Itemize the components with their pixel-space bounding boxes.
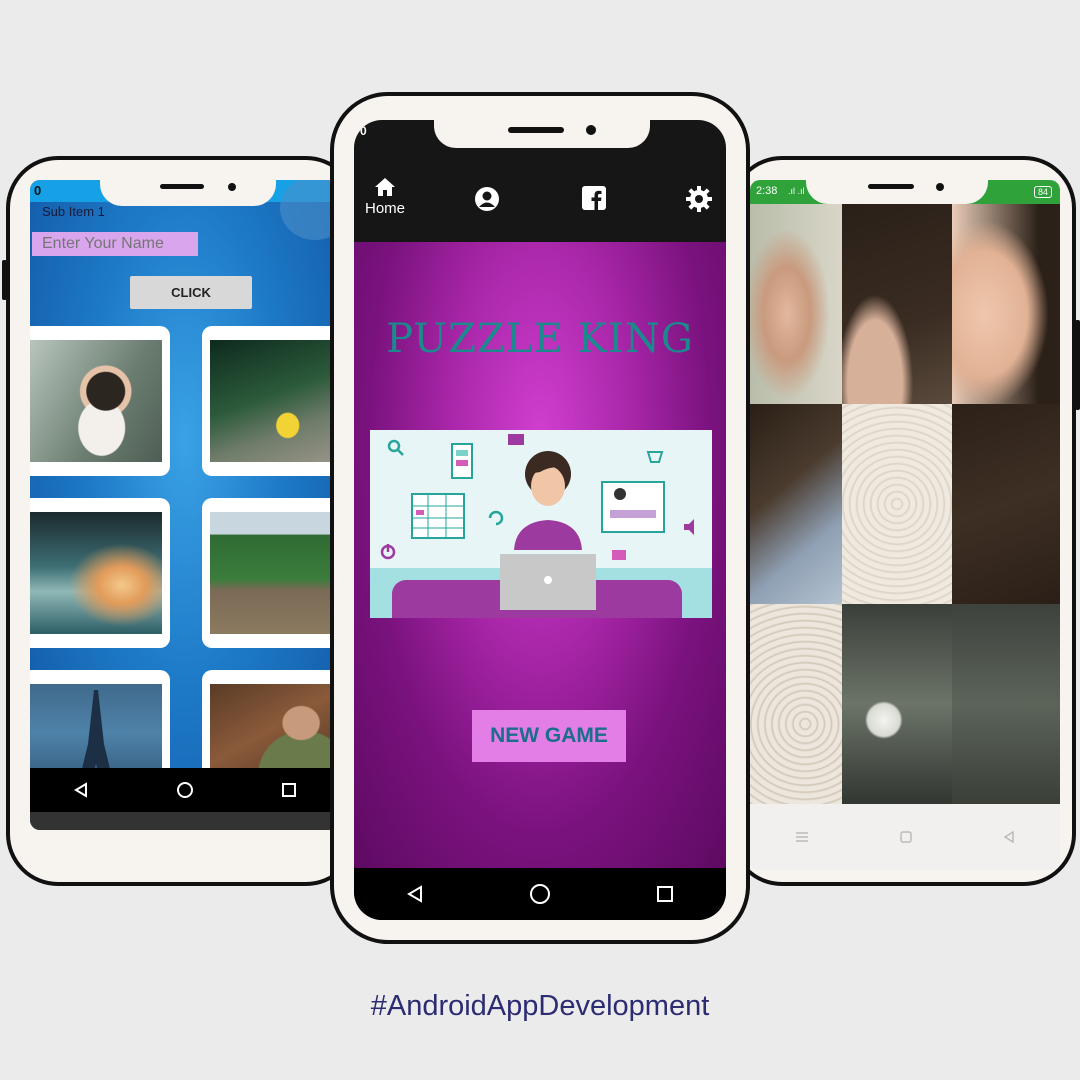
photo-ocean-wave <box>30 512 162 634</box>
recents-icon[interactable] <box>656 885 674 903</box>
camera <box>936 183 944 191</box>
puzzle-piece[interactable] <box>952 404 1060 604</box>
notch <box>434 116 650 148</box>
signal-icon: .ıl .ıl <box>788 186 805 196</box>
middle-phone-screen: 0 Home PUZZLE KING NEW GAME <box>354 120 726 920</box>
puzzle-piece[interactable] <box>750 404 842 604</box>
recents-icon[interactable] <box>281 782 297 798</box>
system-nav-bar <box>354 868 726 920</box>
settings-icon[interactable] <box>684 184 714 219</box>
speaker <box>508 127 564 133</box>
back-icon[interactable] <box>406 885 424 903</box>
back-icon[interactable] <box>73 782 89 798</box>
puzzle-piece[interactable] <box>842 204 952 404</box>
battery-indicator: 84 <box>1033 186 1052 198</box>
app-top-nav: Home <box>354 150 726 242</box>
status-time: 2:38 <box>756 185 778 197</box>
power-button <box>1075 320 1080 410</box>
new-game-button[interactable]: NEW GAME <box>472 710 626 762</box>
photo-girl-dandelion <box>30 340 162 462</box>
right-phone: 2:38 .ıl .ıl 84 <box>730 156 1080 886</box>
gallery-tile[interactable] <box>202 498 340 648</box>
illustration-graphics <box>380 434 694 610</box>
right-phone-screen: 2:38 .ıl .ıl 84 <box>750 180 1060 870</box>
nav-home-label: Home <box>364 200 405 217</box>
app-title: PUZZLE KING <box>386 316 694 362</box>
home-icon <box>375 178 395 196</box>
nav-home[interactable]: Home <box>360 176 410 217</box>
status-time: 0 <box>360 124 367 138</box>
battery-level: 84 <box>1037 187 1048 197</box>
puzzle-piece[interactable] <box>750 204 842 404</box>
puzzle-grid <box>750 204 1060 804</box>
left-phone-screen: 0 Sub Item 1 CLICK <box>30 180 340 830</box>
puzzle-piece[interactable] <box>952 604 1060 804</box>
profile-icon[interactable] <box>474 186 500 217</box>
speaker <box>160 184 204 189</box>
system-nav-bar <box>750 804 1060 870</box>
left-phone: 0 Sub Item 1 CLICK <box>2 156 362 886</box>
system-nav-bar <box>30 768 340 812</box>
middle-phone: 0 Home PUZZLE KING NEW GAME <box>330 92 750 944</box>
photo-train-bridge <box>210 512 340 634</box>
status-time: 0 <box>34 183 42 198</box>
menu-icon[interactable] <box>795 831 809 843</box>
name-input[interactable] <box>32 232 198 256</box>
speaker <box>868 184 914 189</box>
click-button[interactable]: CLICK <box>130 276 252 309</box>
facebook-icon[interactable] <box>582 186 606 215</box>
notch <box>806 174 988 204</box>
gallery-tile[interactable] <box>30 498 170 648</box>
hero-illustration <box>370 430 712 618</box>
puzzle-piece[interactable] <box>842 404 952 604</box>
gallery-tile[interactable] <box>202 326 340 476</box>
photo-minion <box>210 340 340 462</box>
home-circle-icon[interactable] <box>529 883 551 905</box>
home-square-icon[interactable] <box>900 831 912 843</box>
bottom-strip <box>30 812 340 830</box>
camera <box>228 183 236 191</box>
gallery-tile[interactable] <box>30 326 170 476</box>
puzzle-piece[interactable] <box>750 604 842 804</box>
puzzle-piece[interactable] <box>842 604 952 804</box>
sub-item-title: Sub Item 1 <box>42 204 105 219</box>
volume-button <box>2 260 7 300</box>
notch <box>100 174 276 206</box>
puzzle-piece[interactable] <box>952 204 1060 404</box>
hashtag-caption: #AndroidAppDevelopment <box>370 990 710 1022</box>
back-icon[interactable] <box>1003 831 1015 843</box>
main-content: PUZZLE KING NEW GAME <box>354 242 726 868</box>
home-circle-icon[interactable] <box>176 781 194 799</box>
camera <box>586 125 596 135</box>
